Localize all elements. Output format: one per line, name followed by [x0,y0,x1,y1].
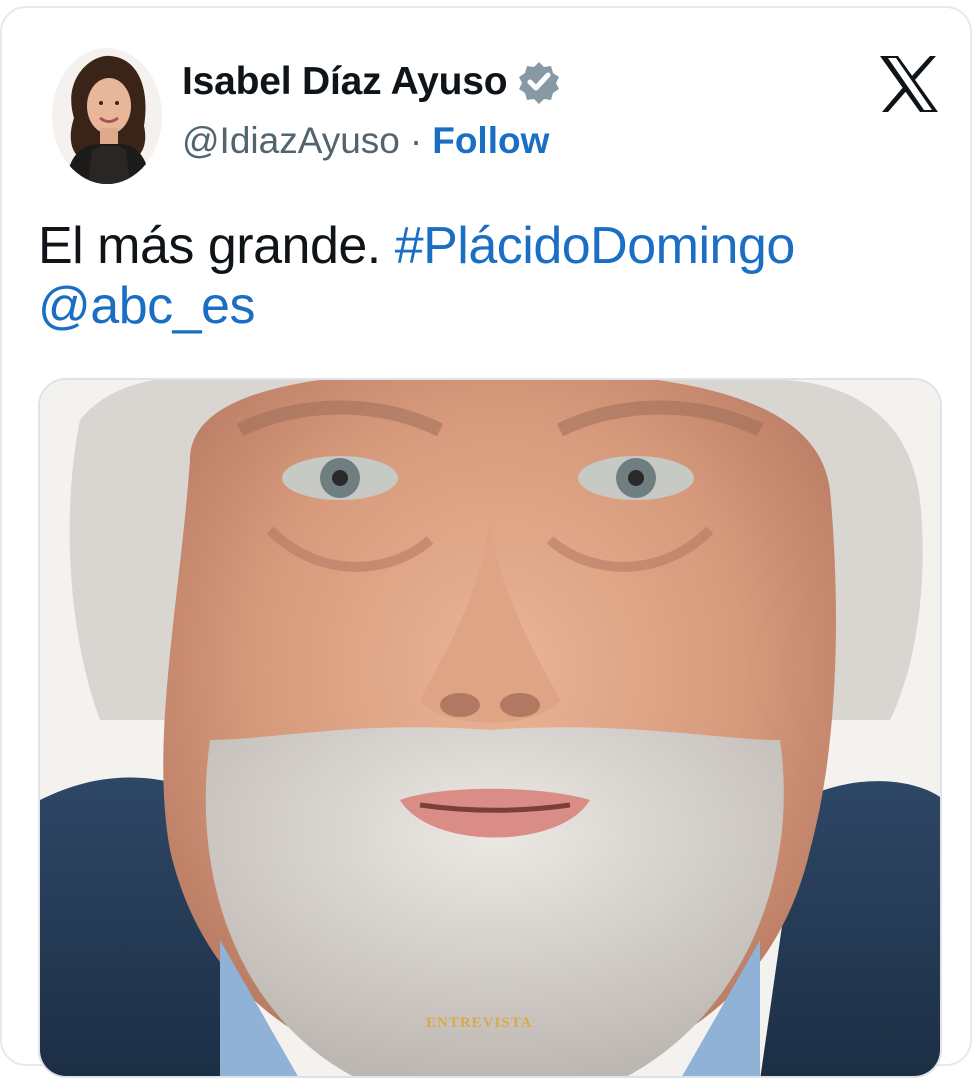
media-caption: ENTREVISTA [426,1015,533,1031]
author-handle-row: @IdiazAyuso · Follow [182,120,549,162]
author-handle[interactable]: @IdiazAyuso [182,120,400,162]
tweet-card[interactable]: Isabel Díaz Ayuso @IdiazAyuso · Follow E… [0,6,972,1078]
follow-button[interactable]: Follow [432,120,549,162]
avatar-image [52,48,162,184]
hashtag-link[interactable]: #PlácidoDomingo [395,217,796,275]
tweet-media-image[interactable] [38,378,942,1078]
portrait-photo [40,380,940,1076]
tweet-text-plain: El más grande. [38,217,395,275]
verified-badge-icon [517,60,561,104]
mention-link[interactable]: @abc_es [38,277,255,335]
handle-separator: · [409,120,423,161]
x-logo-icon[interactable] [878,54,940,114]
tweet-text: El más grande. #PlácidoDomingo @abc_es [38,216,938,336]
author-name-row: Isabel Díaz Ayuso [182,60,561,104]
author-name[interactable]: Isabel Díaz Ayuso [182,60,508,104]
author-avatar[interactable] [52,48,162,184]
